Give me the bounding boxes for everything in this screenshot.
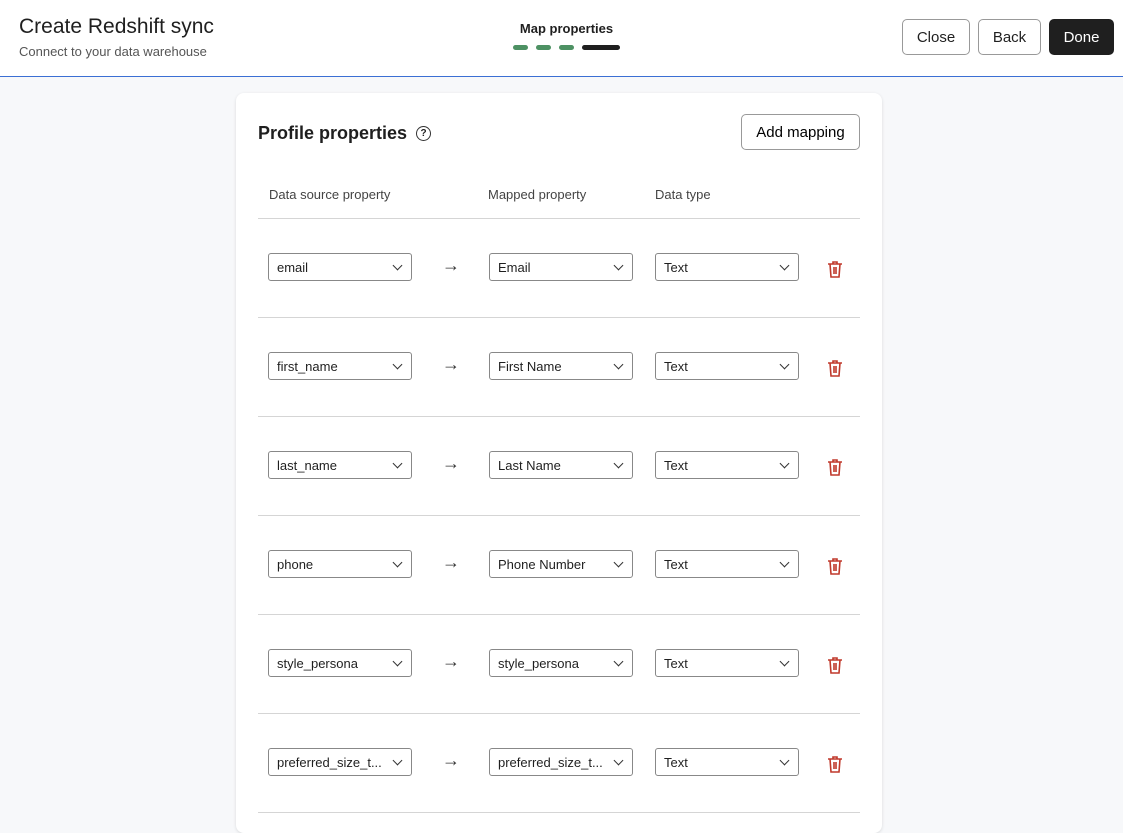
data-type-select[interactable]: Text	[655, 451, 799, 479]
column-header: Data type	[655, 187, 711, 202]
data-type-select[interactable]: Text	[655, 253, 799, 281]
done-button[interactable]: Done	[1049, 19, 1114, 55]
mapped-property-select[interactable]: Last Name	[489, 451, 633, 479]
back-button[interactable]: Back	[978, 19, 1041, 55]
select-value: Text	[664, 358, 688, 374]
source-property-select[interactable]: phone	[268, 550, 412, 578]
source-property-select[interactable]: preferred_size_t...	[268, 748, 412, 776]
add-mapping-button[interactable]: Add mapping	[741, 114, 860, 150]
chevron-down-icon	[779, 557, 790, 568]
chevron-down-icon	[613, 755, 624, 766]
select-value: style_persona	[277, 655, 358, 671]
arrow-right-icon: →	[442, 255, 460, 275]
select-value: email	[277, 259, 309, 275]
mapped-property-select[interactable]: First Name	[489, 352, 633, 380]
page-subtitle: Connect to your data warehouse	[19, 44, 207, 59]
chevron-down-icon	[613, 359, 624, 370]
select-value: Text	[664, 754, 688, 770]
select-value: preferred_size_t...	[498, 754, 603, 770]
step-indicator-current	[582, 45, 620, 50]
delete-icon[interactable]	[827, 656, 843, 674]
chevron-down-icon	[392, 260, 403, 271]
source-property-select[interactable]: last_name	[268, 451, 412, 479]
chevron-down-icon	[613, 656, 624, 667]
mapped-property-select[interactable]: preferred_size_t...	[489, 748, 633, 776]
mapped-property-select[interactable]: Phone Number	[489, 550, 633, 578]
chevron-down-icon	[392, 755, 403, 766]
arrow-right-icon: →	[442, 453, 460, 473]
row-divider	[258, 218, 860, 219]
close-button[interactable]: Close	[902, 19, 970, 55]
select-value: preferred_size_t...	[277, 754, 382, 770]
chevron-down-icon	[392, 656, 403, 667]
arrow-right-icon: →	[442, 552, 460, 572]
top-bar: Create Redshift sync Connect to your dat…	[0, 0, 1123, 77]
select-value: last_name	[277, 457, 337, 473]
select-value: Text	[664, 655, 688, 671]
select-value: phone	[277, 556, 314, 572]
row-divider	[258, 317, 860, 318]
step-label: Map properties	[519, 21, 614, 36]
arrow-right-icon: →	[442, 651, 460, 671]
chevron-down-icon	[779, 458, 790, 469]
arrow-right-icon: →	[442, 354, 460, 374]
source-property-select[interactable]: style_persona	[268, 649, 412, 677]
row-divider	[258, 515, 860, 516]
chevron-down-icon	[779, 755, 790, 766]
row-divider	[258, 713, 860, 714]
chevron-down-icon	[392, 557, 403, 568]
data-type-select[interactable]: Text	[655, 352, 799, 380]
data-type-select[interactable]: Text	[655, 550, 799, 578]
profile-properties-card: Profile properties ? Add mapping Data so…	[236, 93, 882, 833]
select-value: first_name	[277, 358, 338, 374]
column-header: Data source property	[269, 187, 391, 202]
source-property-select[interactable]: first_name	[268, 352, 412, 380]
card-title: Profile properties ?	[258, 123, 432, 144]
select-value: Last Name	[498, 457, 561, 473]
delete-icon[interactable]	[827, 557, 843, 575]
row-divider	[258, 614, 860, 615]
data-type-select[interactable]: Text	[655, 748, 799, 776]
data-type-select[interactable]: Text	[655, 649, 799, 677]
mapped-property-select[interactable]: Email	[489, 253, 633, 281]
row-divider	[258, 812, 860, 813]
select-value: First Name	[498, 358, 562, 374]
delete-icon[interactable]	[827, 458, 843, 476]
chevron-down-icon	[779, 260, 790, 271]
select-value: Text	[664, 457, 688, 473]
delete-icon[interactable]	[827, 359, 843, 377]
chevron-down-icon	[613, 260, 624, 271]
chevron-down-icon	[392, 458, 403, 469]
chevron-down-icon	[779, 656, 790, 667]
chevron-down-icon	[392, 359, 403, 370]
row-divider	[258, 416, 860, 417]
select-value: Text	[664, 259, 688, 275]
step-indicator	[536, 45, 551, 50]
page-title: Create Redshift sync	[19, 15, 214, 38]
select-value: Email	[498, 259, 531, 275]
step-progress	[513, 45, 620, 50]
select-value: style_persona	[498, 655, 579, 671]
step-indicator	[513, 45, 528, 50]
select-value: Text	[664, 556, 688, 572]
chevron-down-icon	[613, 458, 624, 469]
delete-icon[interactable]	[827, 755, 843, 773]
card-title-text: Profile properties	[258, 123, 408, 143]
help-icon[interactable]: ?	[416, 126, 432, 141]
arrow-right-icon: →	[442, 750, 460, 770]
chevron-down-icon	[779, 359, 790, 370]
mapped-property-select[interactable]: style_persona	[489, 649, 633, 677]
select-value: Phone Number	[498, 556, 586, 572]
chevron-down-icon	[613, 557, 624, 568]
column-header: Mapped property	[488, 187, 587, 202]
delete-icon[interactable]	[827, 260, 843, 278]
step-indicator	[559, 45, 574, 50]
source-property-select[interactable]: email	[268, 253, 412, 281]
